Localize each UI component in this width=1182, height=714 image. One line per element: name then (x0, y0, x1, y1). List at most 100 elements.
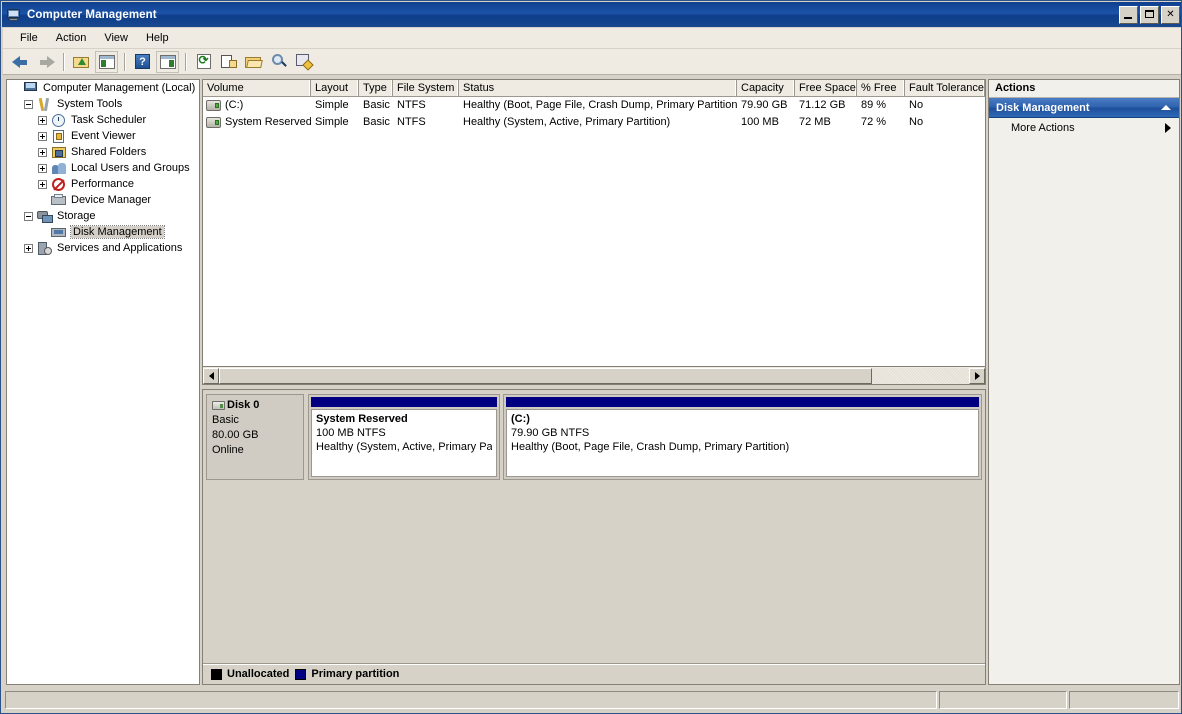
up-one-level-button[interactable] (70, 51, 93, 73)
open-button[interactable] (242, 51, 265, 73)
cell-type: Basic (359, 114, 393, 131)
partition-size: 100 MB NTFS (316, 426, 492, 440)
event-viewer-icon (51, 129, 67, 144)
cell-percent-free: 72 % (857, 114, 905, 131)
scroll-right-button[interactable] (969, 368, 985, 384)
performance-icon (51, 177, 67, 192)
menu-bar: File Action View Help (3, 28, 1181, 48)
expand-icon[interactable] (38, 148, 47, 157)
expand-icon[interactable] (38, 116, 47, 125)
console-tree[interactable]: Computer Management (Local) System Tools T… (6, 79, 200, 685)
toolbar-separator-3 (185, 53, 186, 71)
expand-icon[interactable] (38, 164, 47, 173)
properties-icon (221, 55, 237, 69)
column-header-type[interactable]: Type (359, 80, 393, 96)
partition-name: (C:) (511, 413, 974, 425)
rescan-disks-button[interactable] (267, 51, 290, 73)
tree-item-task-scheduler[interactable]: Task Scheduler (7, 112, 199, 128)
menu-help[interactable]: Help (137, 30, 178, 46)
help-icon: ? (135, 54, 150, 69)
tree-item-system-tools[interactable]: System Tools (7, 96, 199, 112)
tree-item-computer-management-local[interactable]: Computer Management (Local) (7, 80, 199, 96)
scroll-left-button[interactable] (203, 368, 219, 384)
partition-details: System Reserved100 MB NTFSHealthy (Syste… (311, 409, 497, 477)
scrollbar-track[interactable] (219, 368, 969, 384)
tree-spacer (38, 196, 47, 205)
minimize-button[interactable] (1119, 6, 1138, 24)
tree-item-label: Performance (71, 178, 134, 190)
chevron-up-icon (1161, 105, 1171, 110)
legend-swatch-icon (295, 669, 306, 680)
toolbar: ? (3, 49, 1181, 75)
column-header-layout[interactable]: Layout (311, 80, 359, 96)
tree-item-shared-folders[interactable]: Shared Folders (7, 144, 199, 160)
tree-item-label: Storage (57, 210, 96, 222)
tree-item-label: Device Manager (71, 194, 151, 206)
column-header-free-space[interactable]: Free Space (795, 80, 857, 96)
maximize-button[interactable] (1140, 6, 1159, 24)
collapse-icon[interactable] (24, 100, 33, 109)
cell-status: Healthy (System, Active, Primary Partiti… (459, 114, 737, 131)
cell-file-system: NTFS (393, 97, 459, 114)
export-list-icon (296, 54, 312, 69)
export-list-button[interactable] (292, 51, 315, 73)
volume-list-horizontal-scrollbar[interactable] (202, 367, 986, 385)
expand-icon[interactable] (24, 244, 33, 253)
tree-item-device-manager[interactable]: Device Manager (7, 192, 199, 208)
menu-file[interactable]: File (11, 30, 47, 46)
legend-label: Primary partition (311, 668, 399, 680)
cell-status: Healthy (Boot, Page File, Crash Dump, Pr… (459, 97, 737, 114)
cell-layout: Simple (311, 97, 359, 114)
tree-item-storage[interactable]: Storage (7, 208, 199, 224)
volume-list[interactable]: VolumeLayoutTypeFile SystemStatusCapacit… (202, 79, 986, 367)
disk-management-view: VolumeLayoutTypeFile SystemStatusCapacit… (202, 79, 986, 685)
partition-block[interactable]: (C:)79.90 GB NTFSHealthy (Boot, Page Fil… (503, 394, 982, 480)
menu-view[interactable]: View (95, 30, 137, 46)
forward-button[interactable] (34, 51, 57, 73)
action-item-more-actions[interactable]: More Actions (989, 118, 1179, 138)
computer-management-window: Computer Management ✕ File Action View H… (0, 0, 1182, 714)
status-main (5, 691, 937, 709)
show-hide-action-pane-button[interactable] (156, 51, 179, 73)
properties-button[interactable] (217, 51, 240, 73)
column-header-free[interactable]: % Free (857, 80, 905, 96)
local-users-icon (51, 161, 67, 176)
column-header-capacity[interactable]: Capacity (737, 80, 795, 96)
expand-icon[interactable] (38, 132, 47, 141)
tree-item-label: System Tools (57, 98, 122, 110)
back-arrow-icon (12, 55, 30, 69)
help-button[interactable]: ? (131, 51, 154, 73)
scrollbar-thumb[interactable] (219, 368, 872, 384)
tree-item-event-viewer[interactable]: Event Viewer (7, 128, 199, 144)
disk-info-panel[interactable]: Disk 0Basic80.00 GBOnline (206, 394, 304, 480)
table-row[interactable]: (C:)SimpleBasicNTFSHealthy (Boot, Page F… (203, 97, 985, 114)
menu-action[interactable]: Action (47, 30, 96, 46)
cell-free-space: 72 MB (795, 114, 857, 131)
partition-color-bar (311, 397, 497, 407)
partition-status: Healthy (Boot, Page File, Crash Dump, Pr… (511, 440, 974, 454)
column-header-status[interactable]: Status (459, 80, 737, 96)
refresh-button[interactable] (192, 51, 215, 73)
expand-icon[interactable] (38, 180, 47, 189)
column-header-file-system[interactable]: File System (393, 80, 459, 96)
back-button[interactable] (9, 51, 32, 73)
disk-row[interactable]: Disk 0Basic80.00 GBOnlineSystem Reserved… (206, 394, 982, 480)
console-tree-icon (99, 55, 115, 69)
disk-graphical-view[interactable]: Disk 0Basic80.00 GBOnlineSystem Reserved… (202, 389, 986, 685)
status-tertiary (1069, 691, 1179, 709)
column-header-volume[interactable]: Volume (203, 80, 311, 96)
column-header-fault-tolerance[interactable]: Fault Tolerance (905, 80, 985, 96)
table-row[interactable]: System ReservedSimpleBasicNTFSHealthy (S… (203, 114, 985, 131)
partition-block[interactable]: System Reserved100 MB NTFSHealthy (Syste… (308, 394, 500, 480)
cell-fault-tolerance: No (905, 114, 985, 131)
tree-item-performance[interactable]: Performance (7, 176, 199, 192)
chevron-right-icon (1165, 123, 1171, 133)
close-button[interactable]: ✕ (1161, 6, 1180, 24)
show-hide-console-tree-button[interactable] (95, 51, 118, 73)
tree-item-disk-management[interactable]: Disk Management (7, 224, 199, 240)
collapse-icon[interactable] (24, 212, 33, 221)
tree-item-local-users-and-groups[interactable]: Local Users and Groups (7, 160, 199, 176)
storage-icon (37, 209, 53, 224)
tree-item-services-and-applications[interactable]: Services and Applications (7, 240, 199, 256)
actions-group-disk-management[interactable]: Disk Management (989, 98, 1179, 118)
